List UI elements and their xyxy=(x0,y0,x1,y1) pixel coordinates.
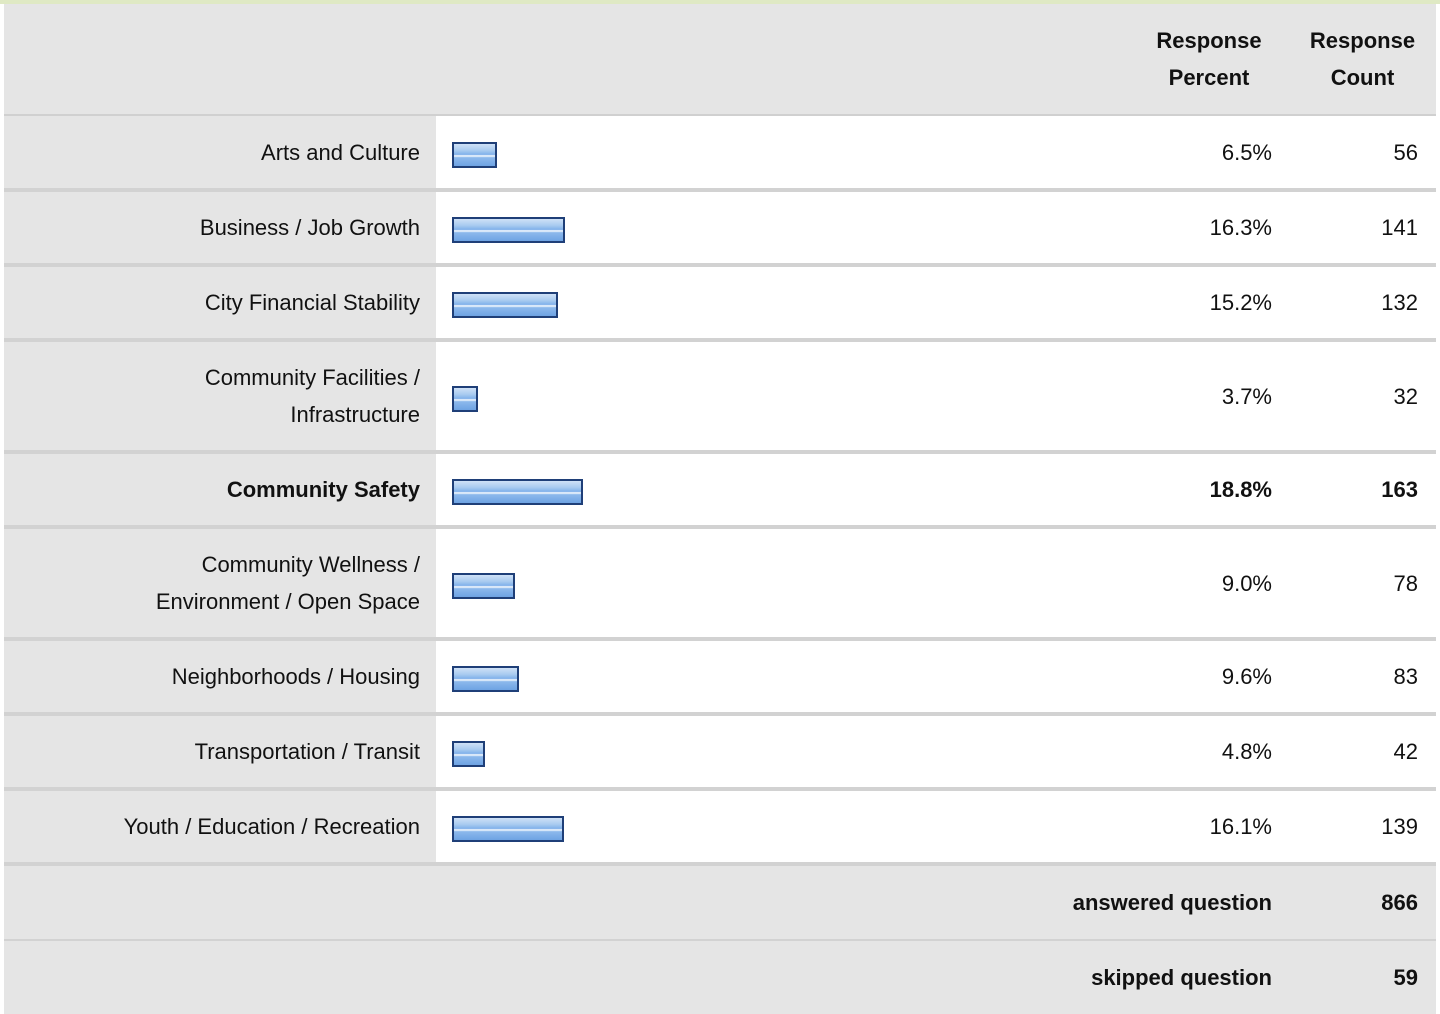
response-bar xyxy=(452,741,485,767)
row-label-line: Infrastructure xyxy=(290,402,420,427)
row-label-line: Community Wellness / xyxy=(201,552,420,577)
response-bar xyxy=(452,666,519,692)
table-row: Transportation / Transit 4.8% 42 xyxy=(4,714,1436,791)
row-bar-cell xyxy=(436,527,1133,641)
row-label-line: Community Facilities / xyxy=(204,365,420,390)
response-bar xyxy=(452,141,497,168)
header-response-count: Response Count xyxy=(1279,4,1436,116)
row-bar-cell xyxy=(436,789,1133,866)
answer-rows: Arts and Culture 6.5% 56 Business / Job Gro… xyxy=(4,115,1436,866)
row-response-percent: 16.3% xyxy=(1133,190,1279,267)
table-row: Business / Job Growth 16.3% 141 xyxy=(4,190,1436,267)
table-row: Youth / Education / Recreation 16.1% 139 xyxy=(4,789,1436,866)
row-label-line: City Financial Stability xyxy=(204,290,420,315)
response-bar xyxy=(452,572,515,599)
answered-row: answered question 866 xyxy=(4,864,1436,941)
row-bar-cell xyxy=(436,340,1133,454)
row-bar-cell xyxy=(436,115,1133,192)
answered-spacer xyxy=(4,864,1133,941)
row-response-percent: 16.1% xyxy=(1133,789,1279,866)
header-bar-cell xyxy=(436,4,1133,116)
row-bar-cell xyxy=(436,452,1133,529)
row-label: City Financial Stability xyxy=(4,265,436,342)
header-response-count-line2: Count xyxy=(1330,65,1395,90)
table-row: City Financial Stability 15.2% 132 xyxy=(4,265,1436,342)
response-bar xyxy=(452,479,583,505)
survey-results-table: Response Percent Response Count Arts and… xyxy=(4,4,1436,1014)
row-label-line: Business / Job Growth xyxy=(199,215,420,240)
skipped-spacer xyxy=(4,940,1133,1014)
row-response-percent: 3.7% xyxy=(1133,340,1279,454)
row-bar-cell xyxy=(436,714,1133,791)
row-label: Business / Job Growth xyxy=(4,190,436,267)
header-label-cell xyxy=(4,4,436,116)
row-label: Community Wellness / Environment / Open S… xyxy=(4,527,436,641)
row-response-count: 42 xyxy=(1279,714,1436,791)
row-response-count: 132 xyxy=(1279,265,1436,342)
row-response-count: 83 xyxy=(1279,639,1436,716)
row-response-count: 56 xyxy=(1279,115,1436,192)
skipped-label: skipped question xyxy=(1091,940,1279,1014)
row-response-percent: 15.2% xyxy=(1133,265,1279,342)
row-response-count: 32 xyxy=(1279,340,1436,454)
row-bar-cell xyxy=(436,190,1133,267)
row-bar-cell xyxy=(436,265,1133,342)
row-label-line: Neighborhoods / Housing xyxy=(171,664,420,689)
table-row: Community Facilities / Infrastructure 3.7%… xyxy=(4,340,1436,454)
row-bar-cell xyxy=(436,639,1133,716)
table-row: Community Safety 18.8% 163 xyxy=(4,452,1436,529)
header-response-count-line1: Response xyxy=(1309,28,1416,53)
row-response-count: 78 xyxy=(1279,527,1436,641)
response-bar xyxy=(452,385,478,412)
table-row: Arts and Culture 6.5% 56 xyxy=(4,115,1436,192)
header-response-percent: Response Percent xyxy=(1133,4,1279,116)
row-response-percent: 6.5% xyxy=(1133,115,1279,192)
row-label: Neighborhoods / Housing xyxy=(4,639,436,716)
row-label-line: Community Safety xyxy=(226,477,420,502)
row-response-count: 141 xyxy=(1279,190,1436,267)
table-row: Community Wellness / Environment / Open S… xyxy=(4,527,1436,641)
row-response-count: 139 xyxy=(1279,789,1436,866)
row-response-percent: 18.8% xyxy=(1133,452,1279,529)
row-label-line: Environment / Open Space xyxy=(155,589,420,614)
row-label: Community Safety xyxy=(4,452,436,529)
answered-label: answered question xyxy=(1073,864,1279,941)
response-bar xyxy=(452,816,564,842)
row-response-percent: 4.8% xyxy=(1133,714,1279,791)
row-response-percent: 9.0% xyxy=(1133,527,1279,641)
row-response-percent: 9.6% xyxy=(1133,639,1279,716)
answered-value: 866 xyxy=(1279,864,1436,941)
header-response-percent-line2: Percent xyxy=(1168,65,1250,90)
row-label-line: Youth / Education / Recreation xyxy=(123,814,420,839)
row-label: Arts and Culture xyxy=(4,115,436,192)
header-response-percent-line1: Response xyxy=(1156,28,1262,53)
row-response-count: 163 xyxy=(1279,452,1436,529)
row-label: Community Facilities / Infrastructure xyxy=(4,340,436,454)
table-header-row: Response Percent Response Count xyxy=(4,4,1436,116)
row-label-line: Arts and Culture xyxy=(261,139,420,165)
row-label: Youth / Education / Recreation xyxy=(4,789,436,866)
skipped-row: skipped question 59 xyxy=(4,940,1436,1014)
response-bar xyxy=(452,292,558,318)
response-bar xyxy=(452,217,565,243)
table-row: Neighborhoods / Housing 9.6% 83 xyxy=(4,639,1436,716)
row-label-line: Transportation / Transit xyxy=(194,739,420,764)
skipped-value: 59 xyxy=(1279,940,1436,1014)
row-label: Transportation / Transit xyxy=(4,714,436,791)
